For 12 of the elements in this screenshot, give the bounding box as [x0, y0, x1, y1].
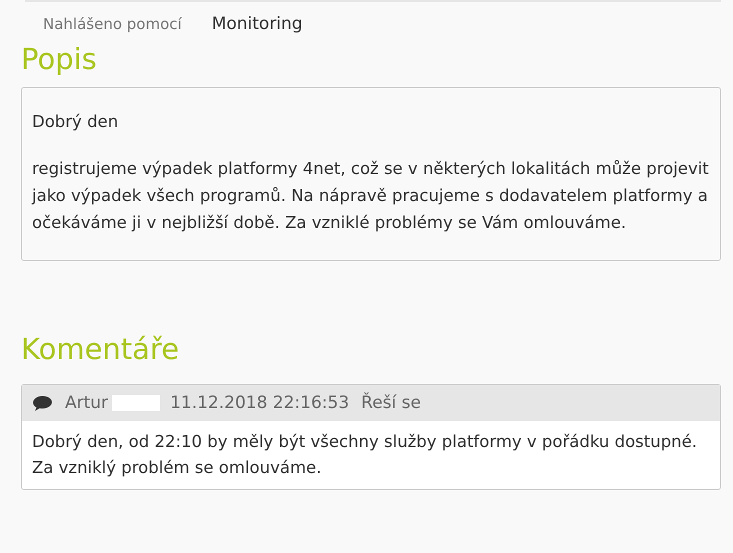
- section-heading: Popis: [21, 41, 98, 78]
- comment-status: Řeší se: [361, 393, 421, 413]
- redaction-mark: [112, 395, 160, 411]
- tab[interactable]: Monitoring: [212, 13, 303, 35]
- tab[interactable]: Nahlášeno pomocí: [43, 13, 182, 35]
- section-heading: Komentáře: [21, 331, 180, 368]
- comment-author: Artur: [65, 393, 108, 413]
- comment-timestamp: 11.12.2018 22:16:53: [170, 393, 350, 413]
- description-text: Dobrý den: [32, 111, 120, 133]
- description-text: registrujeme výpadek platformy 4net, což se v některých lokalitách může projevit jako výpadek všech programů. Na nápravě pracujeme s dodavatelem platformy a očekáváme ji v nejbližší době. Za vzniklé problémy se Vám omlouváme.: [32, 158, 710, 234]
- speech-bubble-icon: [32, 394, 53, 412]
- comment-text: Dobrý den, od 22:10 by měly být všechny služby platformy v pořádku dostupné. Za vzniklý problém se omlouváme.: [31, 431, 698, 479]
